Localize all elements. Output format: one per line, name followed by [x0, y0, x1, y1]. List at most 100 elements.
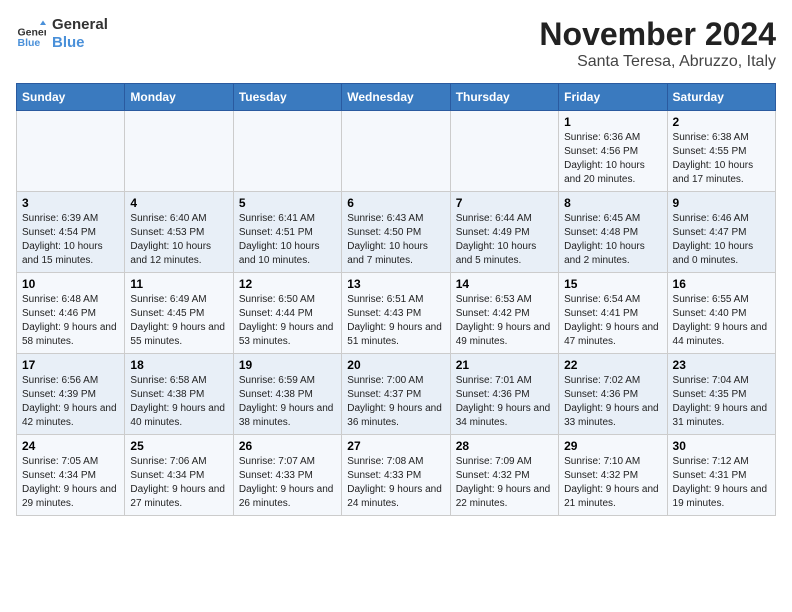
day-info: Sunrise: 7:12 AM Sunset: 4:31 PM Dayligh… [673, 455, 770, 511]
day-number: 3 [22, 196, 119, 210]
day-cell: 20 Sunrise: 7:00 AM Sunset: 4:37 PM Dayli… [342, 354, 450, 435]
day-cell: 6Sunrise: 6:43 AM Sunset: 4:50 PM Daylig… [342, 192, 450, 273]
day-cell: 27 Sunrise: 7:08 AM Sunset: 4:33 PM Dayli… [342, 435, 450, 516]
location-title: Santa Teresa, Abruzzo, Italy [539, 53, 776, 71]
day-number: 22 [564, 358, 661, 372]
day-cell: 3 Sunrise: 6:39 AM Sunset: 4:54 PM Daylig… [17, 192, 125, 273]
day-cell: 9 Sunrise: 6:46 AM Sunset: 4:47 PM Daylig… [667, 192, 775, 273]
header-cell-sunday: Sunday [17, 84, 125, 111]
day-cell [342, 111, 450, 192]
day-info: Sunrise: 6:51 AM Sunset: 4:43 PM Dayligh… [347, 293, 444, 349]
day-number: 1 [564, 115, 661, 129]
header-cell-wednesday: Wednesday [342, 84, 450, 111]
week-row-1: 1 Sunrise: 6:36 AM Sunset: 4:56 PM Daylig… [17, 111, 776, 192]
day-cell [450, 111, 558, 192]
day-info: Sunrise: 6:38 AM Sunset: 4:55 PM Dayligh… [673, 131, 770, 187]
day-cell: 18 Sunrise: 6:58 AM Sunset: 4:38 PM Dayli… [125, 354, 233, 435]
day-info: Sunrise: 6:56 AM Sunset: 4:39 PM Dayligh… [22, 374, 119, 430]
day-cell: 26 Sunrise: 7:07 AM Sunset: 4:33 PM Dayli… [233, 435, 341, 516]
day-number: 29 [564, 439, 661, 453]
day-cell: 25 Sunrise: 7:06 AM Sunset: 4:34 PM Dayli… [125, 435, 233, 516]
day-number: 12 [239, 277, 336, 291]
day-cell: 24 Sunrise: 7:05 AM Sunset: 4:34 PM Dayli… [17, 435, 125, 516]
day-cell: 19 Sunrise: 6:59 AM Sunset: 4:38 PM Dayli… [233, 354, 341, 435]
day-number: 26 [239, 439, 336, 453]
day-number: 14 [456, 277, 553, 291]
day-info: Sunrise: 6:50 AM Sunset: 4:44 PM Dayligh… [239, 293, 336, 349]
day-number: 2 [673, 115, 770, 129]
week-row-2: 3 Sunrise: 6:39 AM Sunset: 4:54 PM Daylig… [17, 192, 776, 273]
logo-line2: Blue [52, 34, 108, 52]
day-cell: 14 Sunrise: 6:53 AM Sunset: 4:42 PM Dayli… [450, 273, 558, 354]
day-cell: 13 Sunrise: 6:51 AM Sunset: 4:43 PM Dayli… [342, 273, 450, 354]
day-cell: 28Sunrise: 7:09 AM Sunset: 4:32 PM Dayli… [450, 435, 558, 516]
day-info: Sunrise: 7:10 AM Sunset: 4:32 PM Dayligh… [564, 455, 661, 511]
day-number: 13 [347, 277, 444, 291]
day-cell: 4 Sunrise: 6:40 AM Sunset: 4:53 PM Daylig… [125, 192, 233, 273]
day-cell: 5Sunrise: 6:41 AM Sunset: 4:51 PM Daylig… [233, 192, 341, 273]
day-number: 16 [673, 277, 770, 291]
day-cell: 12 Sunrise: 6:50 AM Sunset: 4:44 PM Dayli… [233, 273, 341, 354]
day-info: Sunrise: 7:01 AM Sunset: 4:36 PM Dayligh… [456, 374, 553, 430]
day-info: Sunrise: 7:02 AM Sunset: 4:36 PM Dayligh… [564, 374, 661, 430]
day-number: 8 [564, 196, 661, 210]
day-number: 19 [239, 358, 336, 372]
day-info: Sunrise: 7:04 AM Sunset: 4:35 PM Dayligh… [673, 374, 770, 430]
day-info: Sunrise: 6:46 AM Sunset: 4:47 PM Dayligh… [673, 212, 770, 268]
day-number: 30 [673, 439, 770, 453]
day-info: Sunrise: 7:00 AM Sunset: 4:37 PM Dayligh… [347, 374, 444, 430]
day-number: 23 [673, 358, 770, 372]
day-cell: 21 Sunrise: 7:01 AM Sunset: 4:36 PM Dayli… [450, 354, 558, 435]
day-cell: 7 Sunrise: 6:44 AM Sunset: 4:49 PM Daylig… [450, 192, 558, 273]
day-number: 18 [130, 358, 227, 372]
day-cell: 16 Sunrise: 6:55 AM Sunset: 4:40 PM Dayli… [667, 273, 775, 354]
day-number: 10 [22, 277, 119, 291]
header-cell-friday: Friday [559, 84, 667, 111]
calendar-table: SundayMondayTuesdayWednesdayThursdayFrid… [16, 83, 776, 516]
header-cell-tuesday: Tuesday [233, 84, 341, 111]
day-info: Sunrise: 7:09 AM Sunset: 4:32 PM Dayligh… [456, 455, 553, 511]
logo-line1: General [52, 16, 108, 34]
header-row: SundayMondayTuesdayWednesdayThursdayFrid… [17, 84, 776, 111]
day-cell: 29 Sunrise: 7:10 AM Sunset: 4:32 PM Dayli… [559, 435, 667, 516]
day-info: Sunrise: 7:05 AM Sunset: 4:34 PM Dayligh… [22, 455, 119, 511]
day-info: Sunrise: 6:48 AM Sunset: 4:46 PM Dayligh… [22, 293, 119, 349]
title-area: November 2024 Santa Teresa, Abruzzo, Ita… [539, 16, 776, 71]
day-cell: 15Sunrise: 6:54 AM Sunset: 4:41 PM Dayli… [559, 273, 667, 354]
day-cell: 22 Sunrise: 7:02 AM Sunset: 4:36 PM Dayli… [559, 354, 667, 435]
day-number: 15 [564, 277, 661, 291]
day-cell: 11 Sunrise: 6:49 AM Sunset: 4:45 PM Dayli… [125, 273, 233, 354]
day-cell: 1 Sunrise: 6:36 AM Sunset: 4:56 PM Daylig… [559, 111, 667, 192]
day-info: Sunrise: 6:40 AM Sunset: 4:53 PM Dayligh… [130, 212, 227, 268]
day-info: Sunrise: 7:06 AM Sunset: 4:34 PM Dayligh… [130, 455, 227, 511]
day-info: Sunrise: 6:45 AM Sunset: 4:48 PM Dayligh… [564, 212, 661, 268]
logo-icon: General Blue [16, 19, 46, 49]
day-number: 24 [22, 439, 119, 453]
day-info: Sunrise: 6:36 AM Sunset: 4:56 PM Dayligh… [564, 131, 661, 187]
day-number: 21 [456, 358, 553, 372]
header-cell-saturday: Saturday [667, 84, 775, 111]
day-number: 25 [130, 439, 227, 453]
day-cell: 23 Sunrise: 7:04 AM Sunset: 4:35 PM Dayli… [667, 354, 775, 435]
day-cell [17, 111, 125, 192]
day-number: 9 [673, 196, 770, 210]
day-number: 11 [130, 277, 227, 291]
day-number: 7 [456, 196, 553, 210]
day-info: Sunrise: 6:44 AM Sunset: 4:49 PM Dayligh… [456, 212, 553, 268]
day-info: Sunrise: 7:07 AM Sunset: 4:33 PM Dayligh… [239, 455, 336, 511]
day-info: Sunrise: 6:39 AM Sunset: 4:54 PM Dayligh… [22, 212, 119, 268]
day-number: 20 [347, 358, 444, 372]
day-number: 27 [347, 439, 444, 453]
header-cell-monday: Monday [125, 84, 233, 111]
day-info: Sunrise: 6:59 AM Sunset: 4:38 PM Dayligh… [239, 374, 336, 430]
header-cell-thursday: Thursday [450, 84, 558, 111]
month-title: November 2024 [539, 16, 776, 53]
day-cell: 2 Sunrise: 6:38 AM Sunset: 4:55 PM Daylig… [667, 111, 775, 192]
day-number: 4 [130, 196, 227, 210]
week-row-3: 10 Sunrise: 6:48 AM Sunset: 4:46 PM Dayli… [17, 273, 776, 354]
day-info: Sunrise: 6:53 AM Sunset: 4:42 PM Dayligh… [456, 293, 553, 349]
day-info: Sunrise: 7:08 AM Sunset: 4:33 PM Dayligh… [347, 455, 444, 511]
day-info: Sunrise: 6:58 AM Sunset: 4:38 PM Dayligh… [130, 374, 227, 430]
day-info: Sunrise: 6:49 AM Sunset: 4:45 PM Dayligh… [130, 293, 227, 349]
day-info: Sunrise: 6:55 AM Sunset: 4:40 PM Dayligh… [673, 293, 770, 349]
